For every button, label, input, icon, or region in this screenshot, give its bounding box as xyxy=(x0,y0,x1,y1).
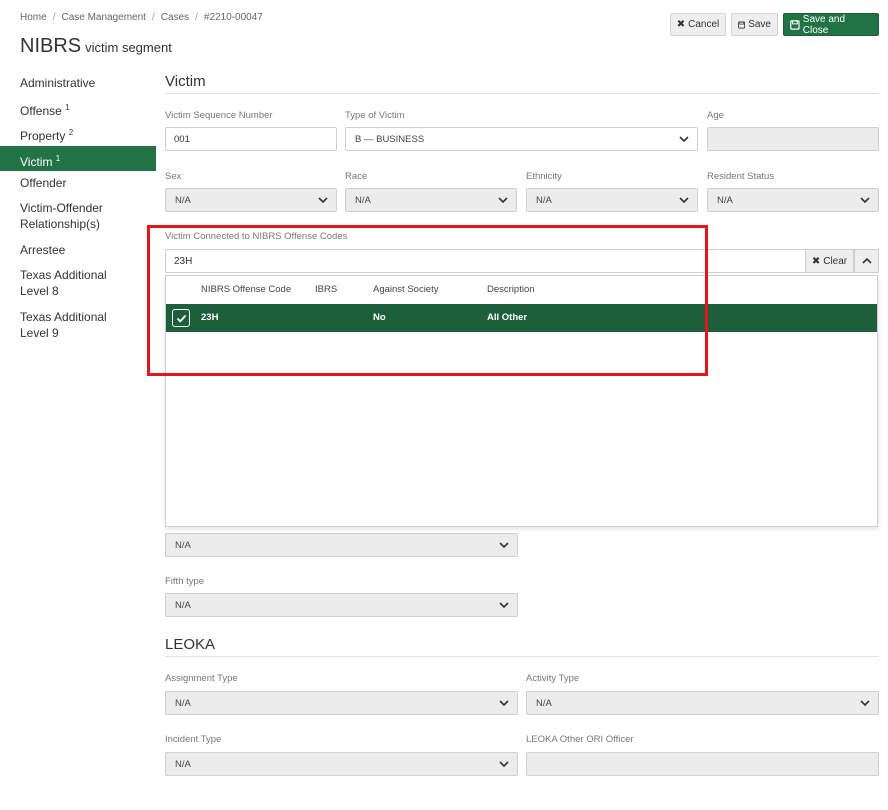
sex-select[interactable]: N/A xyxy=(165,188,337,212)
close-icon: ✖ xyxy=(676,18,686,30)
age-label: Age xyxy=(707,110,724,121)
save-icon xyxy=(738,21,746,28)
cancel-button[interactable]: ✖ Cancel xyxy=(670,13,726,36)
nav-item-property[interactable]: Property 2 xyxy=(0,125,156,144)
save-icon xyxy=(790,19,800,30)
victim-type-label: Type of Victim xyxy=(345,110,405,121)
breadcrumb-case-number: #2210-00047 xyxy=(203,12,263,23)
nav-item-texas-additional-level-9[interactable]: Texas Additional Level 9 xyxy=(0,309,125,341)
activity-type-select[interactable]: N/A xyxy=(526,691,879,715)
resident-status-select[interactable]: N/A xyxy=(707,188,879,212)
assignment-type-select[interactable]: N/A xyxy=(165,691,518,715)
collapse-dropdown-button[interactable] xyxy=(854,249,879,273)
nav-item-victim-offender-relationships[interactable]: Victim-Offender Relationship(s) xyxy=(0,200,135,232)
chevron-down-icon xyxy=(679,136,689,143)
chevron-down-icon xyxy=(318,197,328,204)
chevron-down-icon xyxy=(499,761,509,768)
breadcrumb-case-management[interactable]: Case Management xyxy=(61,12,146,23)
chevron-down-icon xyxy=(679,197,689,204)
breadcrumb-home[interactable]: Home xyxy=(20,12,47,23)
victim-section-heading: Victim xyxy=(165,73,206,90)
nav-item-texas-additional-level-8[interactable]: Texas Additional Level 8 xyxy=(0,267,125,299)
assignment-type-label: Assignment Type xyxy=(165,673,238,684)
nav-item-offender[interactable]: Offender xyxy=(0,175,156,191)
sex-label: Sex xyxy=(165,171,182,182)
highlight-box xyxy=(147,225,708,376)
age-input[interactable] xyxy=(707,127,879,151)
fifth-type-label: Fifth type xyxy=(165,576,205,587)
race-label: Race xyxy=(345,171,368,182)
leoka-section-heading: LEOKA xyxy=(165,636,216,653)
nav-item-administrative[interactable]: Administrative xyxy=(0,75,156,91)
ethnicity-select[interactable]: N/A xyxy=(526,188,698,212)
incident-type-label: Incident Type xyxy=(165,734,222,745)
resident-status-label: Resident Status xyxy=(707,171,775,182)
save-and-close-button[interactable]: Save and Close xyxy=(783,13,879,36)
chevron-down-icon xyxy=(860,197,870,204)
chevron-down-icon xyxy=(860,700,870,707)
nav-item-offense[interactable]: Offense 1 xyxy=(0,100,156,119)
page-title: NIBRS victim segment xyxy=(20,35,172,58)
page-subtitle: victim segment xyxy=(85,40,172,55)
divider xyxy=(165,656,879,657)
incident-type-select[interactable]: N/A xyxy=(165,752,518,776)
victim-type-select[interactable]: B — BUSINESS xyxy=(345,127,698,151)
victim-sequence-label: Victim Sequence Number xyxy=(165,110,273,121)
ethnicity-label: Ethnicity xyxy=(526,171,562,182)
activity-type-label: Activity Type xyxy=(526,673,580,684)
chevron-down-icon xyxy=(499,700,509,707)
chevron-up-icon xyxy=(861,257,872,264)
breadcrumb-cases[interactable]: Cases xyxy=(161,12,189,23)
nav-item-victim[interactable]: Victim 1 xyxy=(0,146,156,171)
fifth-type-select[interactable]: N/A xyxy=(165,593,518,617)
leoka-other-ori-label: LEOKA Other ORI Officer xyxy=(526,734,634,745)
divider xyxy=(165,93,879,94)
nav-item-arrestee[interactable]: Arrestee xyxy=(0,242,156,258)
chevron-down-icon xyxy=(499,542,509,549)
leoka-other-ori-input[interactable] xyxy=(526,752,879,776)
breadcrumb: Home / Case Management / Cases / #2210-0004… xyxy=(20,12,263,23)
victim-sequence-input[interactable]: 001 xyxy=(165,127,337,151)
clear-button[interactable]: ✖ Clear xyxy=(805,249,854,273)
save-button[interactable]: Save xyxy=(731,13,778,36)
race-select[interactable]: N/A xyxy=(345,188,517,212)
page-title-text: NIBRS xyxy=(20,35,82,57)
close-icon: ✖ xyxy=(811,255,821,267)
fourth-type-select[interactable]: N/A xyxy=(165,533,518,557)
chevron-down-icon xyxy=(499,602,509,609)
chevron-down-icon xyxy=(498,197,508,204)
